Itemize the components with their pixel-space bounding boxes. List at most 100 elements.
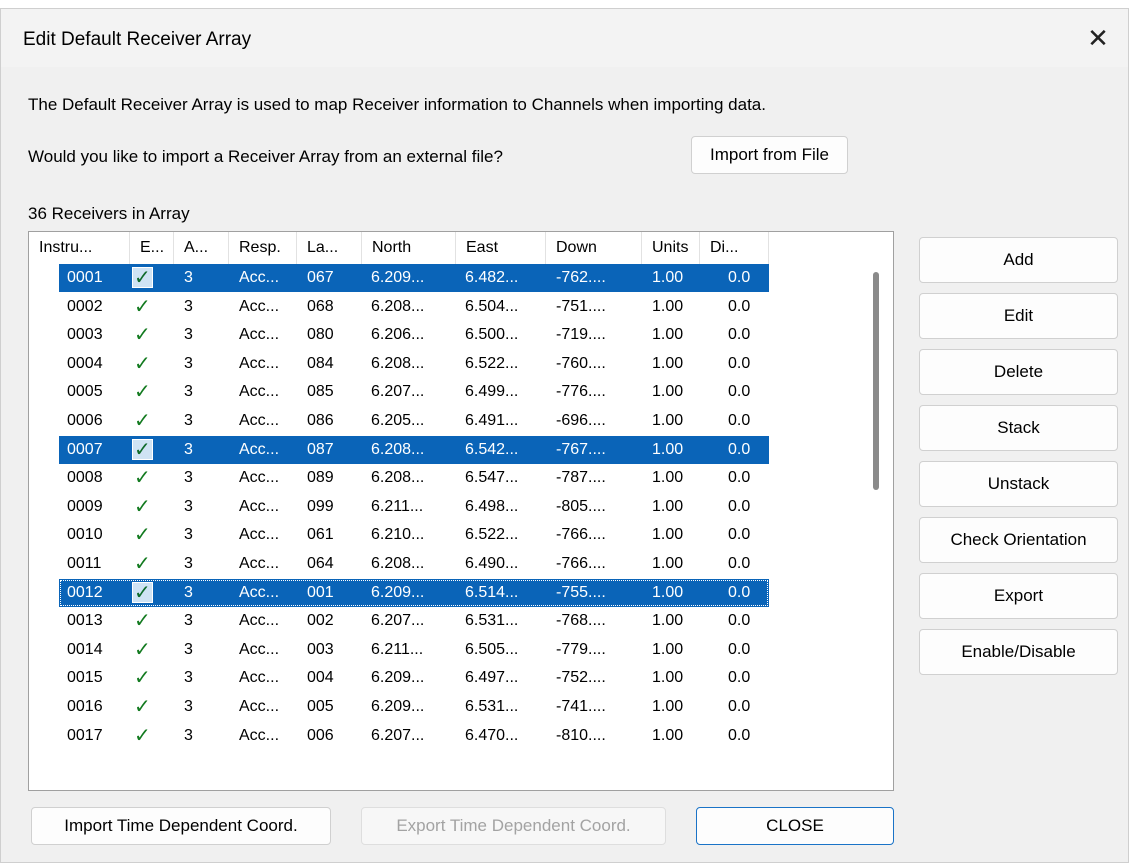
table-row[interactable]: 0014 ✓ 3 Acc... 003 6.211... 6.505... -779.... 1… <box>59 636 769 664</box>
cell-north: 6.208... <box>371 354 425 372</box>
check-icon[interactable]: ✓ <box>134 722 151 750</box>
column-header[interactable]: Units <box>642 232 700 264</box>
check-icon[interactable]: ✓ <box>134 550 151 578</box>
export-time-dependent-coord-button: Export Time Dependent Coord. <box>361 807 666 845</box>
check-orientation-button[interactable]: Check Orientation <box>919 517 1118 563</box>
table-row[interactable]: 0007 ✓ 3 Acc... 087 6.208... 6.542... -767.... 1… <box>59 435 769 464</box>
table-row[interactable]: 0003 ✓ 3 Acc... 080 6.206... 6.500... -719.... 1… <box>59 321 769 349</box>
close-icon[interactable]: ✕ <box>1076 19 1120 57</box>
cell-east: 6.522... <box>465 354 519 372</box>
cell-di: 0.0 <box>728 612 751 630</box>
table-row[interactable]: 0004 ✓ 3 Acc... 084 6.208... 6.522... -760.... 1… <box>59 350 769 378</box>
import-time-dependent-coord-button[interactable]: Import Time Dependent Coord. <box>31 807 331 845</box>
check-icon[interactable]: ✓ <box>134 664 151 692</box>
column-header[interactable]: La... <box>297 232 362 264</box>
cell-north: 6.206... <box>371 326 425 344</box>
cell-la: 001 <box>307 583 334 601</box>
cell-units: 1.00 <box>652 326 684 344</box>
cell-east: 6.499... <box>465 383 519 401</box>
cell-instr: 0014 <box>67 640 103 658</box>
cell-units: 1.00 <box>652 412 684 429</box>
table-row[interactable]: 0013 ✓ 3 Acc... 002 6.207... 6.531... -768.... 1… <box>59 607 769 635</box>
check-icon[interactable]: ✓ <box>134 464 151 492</box>
table-row[interactable]: 0005 ✓ 3 Acc... 085 6.207... 6.499... -776.... 1… <box>59 378 769 406</box>
cell-north: 6.207... <box>371 383 425 401</box>
title-bar: Edit Default Receiver Array ✕ <box>1 9 1128 67</box>
cell-instr: 0011 <box>67 555 102 572</box>
cell-a: 3 <box>184 297 193 315</box>
column-header[interactable]: A... <box>174 232 229 264</box>
cell-a: 3 <box>184 612 193 630</box>
cell-resp: Acc... <box>239 440 280 458</box>
check-icon[interactable]: ✓ <box>134 378 151 406</box>
unstack-button[interactable]: Unstack <box>919 461 1118 507</box>
table-row[interactable]: 0009 ✓ 3 Acc... 099 6.211... 6.498... -805.... 1… <box>59 493 769 521</box>
table-row[interactable]: 0008 ✓ 3 Acc... 089 6.208... 6.547... -787.... 1… <box>59 464 769 492</box>
cell-a: 3 <box>184 412 193 429</box>
column-header[interactable]: East <box>456 232 546 264</box>
check-icon[interactable]: ✓ <box>134 693 151 721</box>
table-row[interactable]: 0002 ✓ 3 Acc... 068 6.208... 6.504... -751.... 1… <box>59 293 769 321</box>
table-row[interactable]: 0012 ✓ 3 Acc... 001 6.209... 6.514... -755.... 1… <box>59 578 769 607</box>
column-header[interactable]: Instru... <box>29 232 130 264</box>
table-row[interactable]: 0010 ✓ 3 Acc... 061 6.210... 6.522... -766.... 1… <box>59 521 769 549</box>
dialog-title: Edit Default Receiver Array <box>23 29 252 50</box>
import-from-file-button[interactable]: Import from File <box>691 136 848 174</box>
column-header[interactable]: North <box>362 232 456 264</box>
enable-disable-button[interactable]: Enable/Disable <box>919 629 1118 675</box>
add-button[interactable]: Add <box>919 237 1118 283</box>
table-row[interactable]: 0011 ✓ 3 Acc... 064 6.208... 6.490... -766.... 1… <box>59 550 769 578</box>
check-icon[interactable]: ✓ <box>134 436 151 464</box>
table-row[interactable]: 0015 ✓ 3 Acc... 004 6.209... 6.497... -752.... 1… <box>59 664 769 692</box>
cell-units: 1.00 <box>652 640 684 658</box>
check-icon[interactable]: ✓ <box>134 579 151 607</box>
check-icon[interactable]: ✓ <box>134 293 151 321</box>
cell-resp: Acc... <box>239 640 280 658</box>
check-icon[interactable]: ✓ <box>134 264 151 292</box>
table-row[interactable]: 0001 ✓ 3 Acc... 067 6.209... 6.482... -762.... 1… <box>59 264 769 292</box>
check-icon[interactable]: ✓ <box>134 407 151 435</box>
cell-instr: 0002 <box>67 297 103 315</box>
receiver-table[interactable]: Instru... E... A... Resp. La... North East Down… <box>28 231 894 791</box>
column-header[interactable]: Di... <box>700 232 769 264</box>
cell-instr: 0003 <box>67 326 103 344</box>
vertical-scrollbar[interactable] <box>873 272 879 490</box>
cell-down: -751.... <box>556 297 606 315</box>
cell-la: 089 <box>307 469 334 487</box>
cell-di: 0.0 <box>728 383 751 401</box>
edit-button[interactable]: Edit <box>919 293 1118 339</box>
check-icon[interactable]: ✓ <box>134 493 151 521</box>
column-header[interactable]: E... <box>130 232 174 264</box>
check-icon[interactable]: ✓ <box>134 350 151 378</box>
cell-di: 0.0 <box>728 698 751 715</box>
close-button[interactable]: CLOSE <box>696 807 894 845</box>
cell-di: 0.0 <box>728 297 751 315</box>
column-header[interactable]: Resp. <box>229 232 297 264</box>
cell-east: 6.470... <box>465 726 519 744</box>
stack-button[interactable]: Stack <box>919 405 1118 451</box>
column-header[interactable]: Down <box>546 232 642 264</box>
table-row[interactable]: 0016 ✓ 3 Acc... 005 6.209... 6.531... -741.... 1… <box>59 693 769 721</box>
cell-down: -752.... <box>556 669 606 687</box>
cell-down: -776.... <box>556 383 606 401</box>
check-icon[interactable]: ✓ <box>134 636 151 664</box>
cell-resp: Acc... <box>239 469 280 487</box>
check-icon[interactable]: ✓ <box>134 607 151 635</box>
cell-instr: 0012 <box>67 583 103 601</box>
export-button[interactable]: Export <box>919 573 1118 619</box>
cell-units: 1.00 <box>652 583 684 601</box>
cell-down: -760.... <box>556 354 606 372</box>
table-row[interactable]: 0017 ✓ 3 Acc... 006 6.207... 6.470... -810.... 1… <box>59 722 769 750</box>
cell-units: 1.00 <box>652 726 684 744</box>
cell-la: 087 <box>307 440 334 458</box>
intro-text: The Default Receiver Array is used to ma… <box>28 95 766 114</box>
check-icon[interactable]: ✓ <box>134 521 151 549</box>
cell-instr: 0001 <box>67 269 103 286</box>
delete-button[interactable]: Delete <box>919 349 1118 395</box>
cell-east: 6.531... <box>465 698 519 715</box>
cell-la: 004 <box>307 669 334 687</box>
table-row[interactable]: 0006 ✓ 3 Acc... 086 6.205... 6.491... -696.... 1… <box>59 407 769 435</box>
cell-units: 1.00 <box>652 354 684 372</box>
cell-di: 0.0 <box>728 726 751 744</box>
check-icon[interactable]: ✓ <box>134 321 151 349</box>
